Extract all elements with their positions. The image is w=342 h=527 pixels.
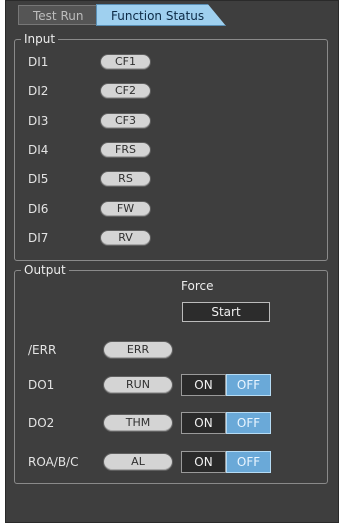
force-start-button[interactable]: Start [182, 302, 270, 322]
output-label-do2: DO2 [28, 416, 55, 430]
do1-force-toggle: ON OFF [181, 374, 271, 396]
roa-on-button[interactable]: ON [181, 451, 226, 473]
tab-bar: Test Run Function Status [6, 1, 338, 27]
output-indicator-err: ERR [103, 341, 173, 359]
output-label-do1: DO1 [28, 378, 55, 392]
output-indicator-do2: THM [103, 414, 173, 432]
do2-on-button[interactable]: ON [181, 412, 226, 434]
input-group: Input DI1 CF1 DI2 CF2 DI3 CF3 DI4 FRS DI… [14, 31, 328, 261]
roa-off-button[interactable]: OFF [226, 451, 271, 473]
input-label-di7: DI7 [28, 231, 49, 245]
do1-on-button[interactable]: ON [181, 374, 226, 396]
output-group-title: Output [21, 262, 69, 278]
output-label-err: /ERR [28, 343, 57, 357]
force-label: Force [181, 279, 214, 293]
output-indicator-do1: RUN [103, 376, 173, 394]
input-indicator-di3: CF3 [100, 113, 151, 129]
output-group: Output Force Start /ERR ERR DO1 RUN ON O… [14, 262, 328, 484]
input-indicator-di4: FRS [100, 142, 151, 158]
function-status-panel: Test Run Function Status Input DI1 CF1 D… [5, 0, 339, 523]
input-indicator-di6: FW [100, 201, 151, 217]
input-label-di4: DI4 [28, 143, 49, 157]
input-label-di1: DI1 [28, 55, 49, 69]
input-indicator-di7: RV [100, 230, 151, 246]
output-indicator-al: AL [103, 453, 173, 471]
input-label-di6: DI6 [28, 202, 49, 216]
input-label-di5: DI5 [28, 172, 49, 186]
input-indicator-di5: RS [100, 171, 151, 187]
do1-off-button[interactable]: OFF [226, 374, 271, 396]
tab-function-status[interactable]: Function Status [96, 4, 226, 26]
roa-force-toggle: ON OFF [181, 451, 271, 473]
input-indicator-di1: CF1 [100, 54, 151, 70]
do2-off-button[interactable]: OFF [226, 412, 271, 434]
input-indicator-di2: CF2 [100, 83, 151, 99]
output-label-roa: ROA/B/C [28, 455, 79, 469]
input-label-di3: DI3 [28, 114, 49, 128]
input-label-di2: DI2 [28, 84, 49, 98]
input-group-title: Input [21, 31, 59, 47]
do2-force-toggle: ON OFF [181, 412, 271, 434]
